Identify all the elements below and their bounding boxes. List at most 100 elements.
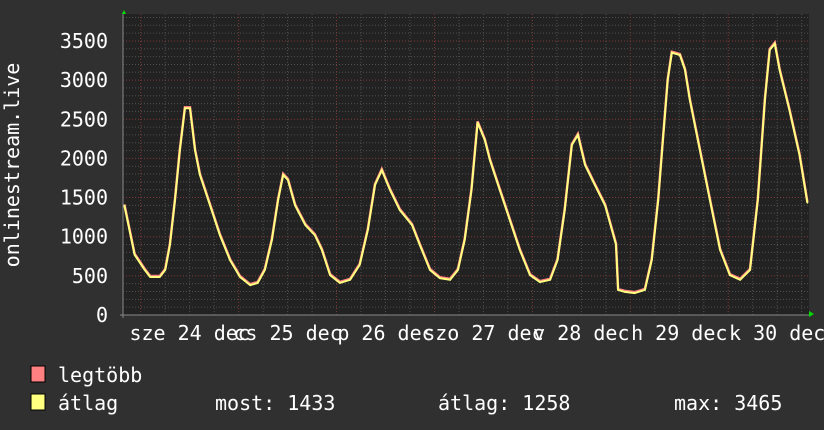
y-tick-label: 1000 xyxy=(60,225,108,249)
data-point xyxy=(457,269,459,271)
traffic-chart: 0 500 1000 1500 2000 2500 3000 3500 sze 24 decc… xyxy=(0,0,824,430)
data-point xyxy=(256,282,259,284)
data-point xyxy=(650,259,653,261)
data-point xyxy=(470,188,473,191)
data-point xyxy=(679,54,681,56)
data-point xyxy=(788,109,791,111)
data-point xyxy=(398,209,401,211)
data-point xyxy=(219,234,221,236)
data-point xyxy=(367,229,369,231)
data-point xyxy=(419,244,421,246)
data-point xyxy=(209,204,211,207)
data-point xyxy=(539,281,541,283)
data-point xyxy=(239,276,241,278)
data-point xyxy=(529,274,531,276)
data-point xyxy=(199,174,201,176)
data-point xyxy=(374,184,376,186)
data-point xyxy=(174,199,176,201)
y-tick-label: 0 xyxy=(96,303,108,327)
data-point xyxy=(549,278,551,281)
data-point xyxy=(169,244,171,246)
data-point xyxy=(719,249,721,251)
data-point xyxy=(463,239,466,241)
data-point xyxy=(806,201,809,204)
data-point xyxy=(149,276,152,278)
data-point xyxy=(133,253,136,256)
data-point xyxy=(778,69,781,71)
data-point xyxy=(774,42,776,45)
data-point xyxy=(657,199,659,201)
x-tick-label: v 28 dec xyxy=(533,321,629,345)
data-point xyxy=(249,284,251,287)
data-point xyxy=(563,209,566,211)
legend-label-max: legtöbb xyxy=(58,363,142,387)
data-point xyxy=(287,179,289,181)
data-point xyxy=(483,139,486,141)
y-axis-label: onlinestream.live xyxy=(0,63,24,268)
data-point xyxy=(666,79,669,81)
x-tick-label: szo 27 dec xyxy=(423,321,543,345)
data-point xyxy=(709,199,711,201)
y-tick-label: 3500 xyxy=(60,29,108,53)
data-point xyxy=(158,276,161,278)
data-point xyxy=(699,149,701,152)
data-point xyxy=(294,204,296,207)
data-point xyxy=(179,149,181,152)
data-point xyxy=(644,289,646,291)
data-point xyxy=(798,154,801,157)
y-tick-label: 3000 xyxy=(60,68,108,92)
y-tick-label: 2000 xyxy=(60,146,108,170)
data-point xyxy=(764,98,766,101)
x-tick-label: p 26 dec xyxy=(337,321,433,345)
data-point xyxy=(594,184,596,186)
data-point xyxy=(264,269,266,271)
data-point xyxy=(689,98,691,101)
legend-swatch-max xyxy=(30,365,46,383)
data-point xyxy=(439,277,441,279)
data-point xyxy=(229,259,231,261)
data-point xyxy=(184,107,186,110)
data-point xyxy=(189,107,191,110)
data-point xyxy=(449,278,451,281)
data-point xyxy=(339,282,341,284)
data-point xyxy=(489,159,491,161)
x-tick-label: cs 25 dec xyxy=(233,321,341,345)
data-point xyxy=(164,269,166,271)
data-point xyxy=(604,204,606,207)
y-tick-label: 1500 xyxy=(60,186,108,210)
x-tick-label: h 29 dec xyxy=(631,321,727,345)
data-point xyxy=(411,224,413,226)
data-point xyxy=(768,49,771,51)
data-point xyxy=(739,278,741,281)
y-tick-label: 2500 xyxy=(60,107,108,131)
data-point xyxy=(389,188,391,191)
data-point xyxy=(277,199,279,201)
data-point xyxy=(624,291,626,293)
data-point xyxy=(123,204,126,207)
stat-now: most: 1433 xyxy=(215,391,335,415)
data-point xyxy=(349,278,351,281)
data-point xyxy=(749,269,751,271)
data-point xyxy=(584,164,586,166)
stat-average: átlag: 1258 xyxy=(438,391,570,415)
data-point xyxy=(143,269,146,271)
data-point xyxy=(271,239,273,241)
data-point xyxy=(358,264,361,266)
x-tick-labels: sze 24 deccs 25 decp 26 decszo 27 decv 2… xyxy=(129,321,824,345)
data-point xyxy=(194,149,196,152)
data-point xyxy=(476,121,479,124)
legend-label-avg: átlag xyxy=(58,391,118,415)
legend-swatch-avg xyxy=(30,393,46,411)
data-point xyxy=(380,169,383,171)
data-point xyxy=(617,289,619,291)
data-point xyxy=(729,274,731,276)
data-point xyxy=(509,219,511,222)
data-point xyxy=(304,224,307,226)
data-point xyxy=(757,199,759,201)
data-point xyxy=(498,188,501,191)
data-point xyxy=(321,249,323,251)
data-point xyxy=(329,274,331,276)
data-point xyxy=(571,144,573,146)
data-point xyxy=(429,269,431,271)
data-point xyxy=(519,249,521,251)
